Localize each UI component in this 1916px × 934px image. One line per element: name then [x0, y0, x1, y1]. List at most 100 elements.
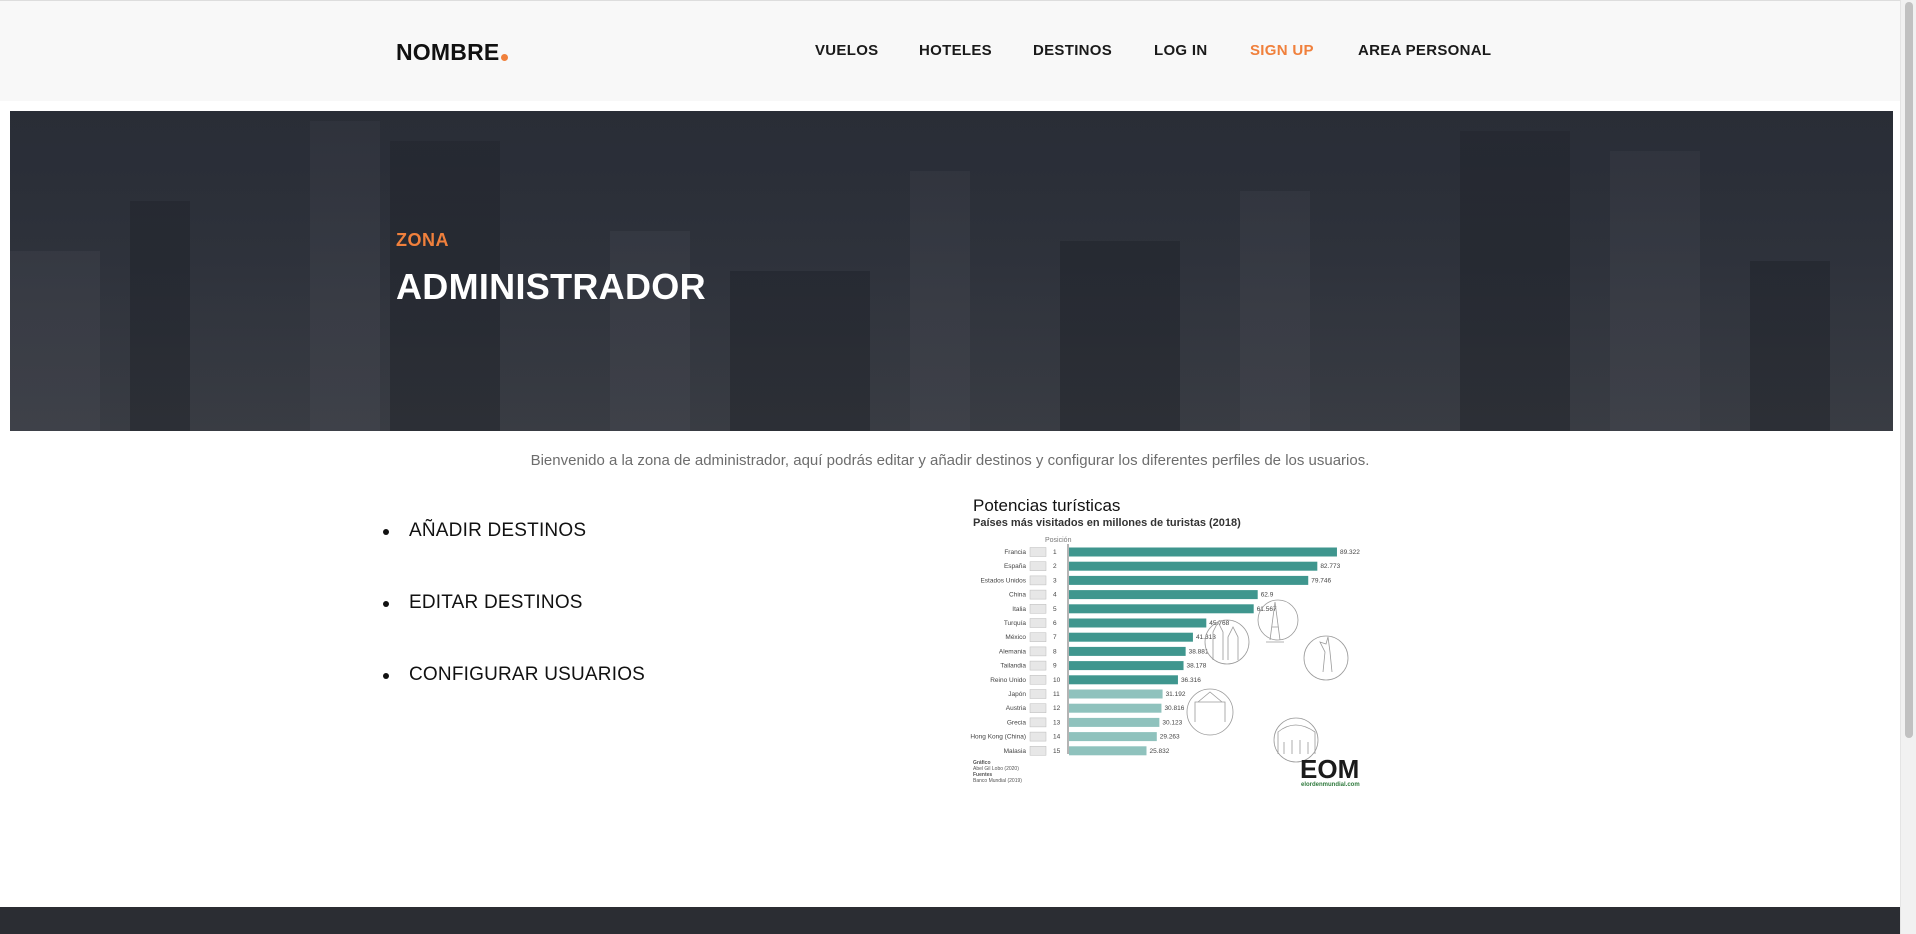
country-flag-icon	[1029, 604, 1047, 614]
colosseum-icon	[1277, 724, 1316, 754]
chart-position-label: 11	[1053, 691, 1060, 698]
scrollbar-thumb[interactable]	[1905, 2, 1913, 738]
brand-logo[interactable]: NOMBRE	[396, 39, 509, 66]
nav-link-log-in[interactable]: LOG IN	[1154, 42, 1207, 59]
chart-category-label: Grecia	[1007, 719, 1027, 726]
country-flag-icon	[1029, 589, 1047, 600]
chart-category-label: China	[1009, 592, 1026, 599]
chart-category-label: Malasia	[1004, 748, 1027, 755]
eom-logo-url: elordenmundial.com	[1301, 782, 1360, 788]
admin-actions-list: AÑADIR DESTINOS EDITAR DESTINOS CONFIGUR…	[380, 520, 645, 736]
nav-link-hoteles[interactable]: HOTELES	[919, 42, 992, 59]
chart-value-label: 38.881	[1189, 648, 1209, 655]
chart-position-label: 6	[1053, 620, 1057, 627]
top-navbar: NOMBRE VUELOS HOTELES DESTINOS LOG IN SI…	[0, 0, 1900, 101]
chart-bar	[1069, 618, 1207, 628]
chart-value-label: 79.746	[1311, 577, 1331, 584]
chart-value-label: 30.816	[1164, 705, 1184, 712]
landmark-circle	[1257, 599, 1299, 641]
hero-kicker: ZONA	[396, 230, 449, 250]
chart-value-label: 30.123	[1162, 719, 1182, 726]
eom-logo-text: EOM	[1300, 754, 1359, 784]
nav-link-area-personal[interactable]: AREA PERSONAL	[1358, 42, 1491, 59]
chart-position-label: 14	[1053, 734, 1061, 741]
nav-link-destinos[interactable]: DESTINOS	[1033, 42, 1112, 59]
chart-category-label: Reino Unido	[990, 677, 1026, 684]
list-item: AÑADIR DESTINOS	[380, 520, 645, 592]
chart-bar	[1069, 703, 1162, 713]
chart-position-label: 1	[1053, 549, 1057, 556]
credit-text: Banco Mundial (2019)	[973, 778, 1022, 784]
hero-overlay	[10, 111, 1893, 431]
chart-position-label: 12	[1053, 705, 1061, 712]
chart-category-label: Estados Unidos	[980, 577, 1026, 584]
chart-bar	[1069, 604, 1254, 614]
position-header: Posición	[1045, 537, 1072, 544]
chart-bar	[1069, 547, 1337, 557]
hero-title: ADMINISTRADOR	[396, 266, 706, 307]
vertical-scrollbar[interactable]	[1900, 0, 1916, 934]
nav-link-sign-up[interactable]: SIGN UP	[1250, 42, 1314, 59]
country-flag-icon	[1029, 731, 1047, 742]
country-flag-icon	[1029, 675, 1047, 685]
chart-subtitle: Países más visitados en millones de turi…	[973, 517, 1241, 529]
chart-category-label: España	[1004, 563, 1026, 570]
sagrada-familia-icon	[1212, 621, 1239, 660]
chart-position-label: 5	[1053, 606, 1057, 613]
chart-bar	[1069, 590, 1258, 600]
chart-position-label: 9	[1053, 663, 1057, 670]
chart-value-label: 62.9	[1261, 592, 1274, 599]
tourism-chart: Potencias turísticas Países más visitado…	[970, 496, 1360, 788]
chart-category-label: Turquía	[1004, 620, 1027, 627]
country-flag-icon	[1029, 547, 1047, 557]
welcome-text: Bienvenido a la zona de administrador, a…	[530, 452, 1370, 469]
chart-category-label: Tailandia	[1000, 663, 1026, 670]
chart-position-label: 3	[1053, 577, 1057, 584]
chart-value-label: 29.263	[1160, 734, 1180, 741]
list-item: EDITAR DESTINOS	[380, 592, 645, 664]
chart-position-label: 8	[1053, 648, 1057, 655]
chart-value-label: 89.322	[1340, 549, 1360, 556]
chart-value-label: 36.316	[1181, 677, 1201, 684]
chart-bar	[1069, 646, 1186, 656]
chart-rows: Francia 1 89.322 España 2 82.773 Estados Unido…	[970, 547, 1360, 756]
hero-banner: ZONA ADMINISTRADOR	[10, 111, 1893, 431]
add-destinations-link[interactable]: AÑADIR DESTINOS	[409, 520, 586, 541]
list-item: CONFIGURAR USUARIOS	[380, 664, 645, 736]
chart-bar	[1069, 632, 1193, 642]
chart-category-label: Hong Kong (China)	[970, 734, 1026, 741]
chart-value-label: 82.773	[1320, 563, 1340, 570]
chart-bar	[1069, 746, 1147, 756]
nav-link-vuelos[interactable]: VUELOS	[815, 42, 878, 59]
country-flag-icon	[1029, 632, 1047, 642]
brand-name[interactable]: NOMBRE	[396, 39, 499, 65]
chart-category-label: México	[1005, 634, 1026, 641]
chart-bar	[1069, 732, 1157, 742]
chart-category-label: Austria	[1006, 705, 1027, 712]
country-flag-icon	[1029, 746, 1047, 756]
country-flag-icon	[1029, 561, 1047, 571]
eom-logo: EOM elordenmundial.com	[1300, 754, 1360, 788]
brand-dot-icon	[501, 54, 509, 61]
chart-credits: Gráfico Abel Gil Lobo (2020) Fuentes Ban…	[973, 760, 1022, 784]
chart-bar	[1069, 575, 1309, 585]
configure-users-link[interactable]: CONFIGURAR USUARIOS	[409, 664, 645, 685]
landmark-circle	[1186, 688, 1234, 736]
chart-title: Potencias turísticas	[973, 496, 1120, 515]
country-flag-icon	[1029, 646, 1047, 657]
chart-value-label: 31.192	[1166, 691, 1186, 698]
country-flag-icon	[1029, 717, 1047, 728]
chart-position-label: 13	[1053, 719, 1061, 726]
chart-position-label: 15	[1053, 748, 1061, 755]
chart-category-label: Francia	[1004, 549, 1026, 556]
chart-position-label: 4	[1053, 592, 1057, 599]
statue-of-liberty-icon	[1319, 636, 1333, 673]
chart-position-label: 7	[1053, 634, 1057, 641]
country-flag-icon	[1029, 689, 1047, 699]
country-flag-icon	[1029, 660, 1047, 671]
chart-value-label: 25.832	[1149, 748, 1169, 755]
country-flag-icon	[1029, 575, 1047, 586]
country-flag-icon	[1029, 618, 1047, 628]
tourism-infographic: Potencias turísticas Países más visitado…	[970, 492, 1370, 790]
edit-destinations-link[interactable]: EDITAR DESTINOS	[409, 592, 583, 613]
